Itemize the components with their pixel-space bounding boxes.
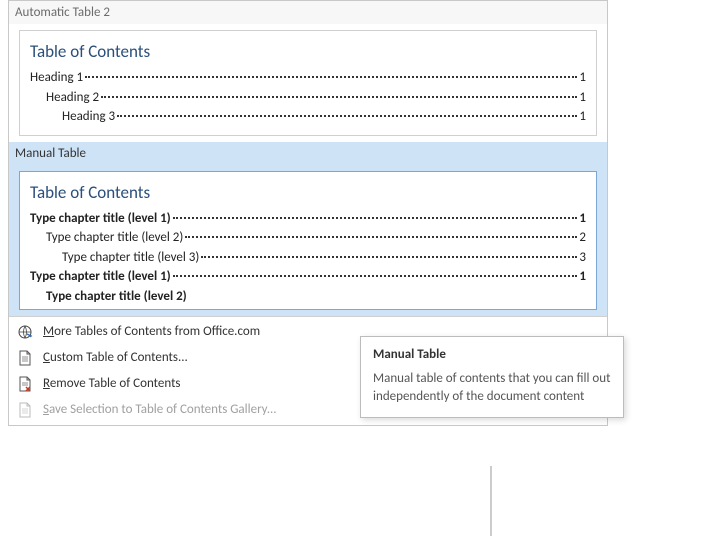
toc-row: Heading 2 1 xyxy=(30,88,586,108)
toc-row: Type chapter title (level 2) 2 xyxy=(30,228,586,248)
toc-leader-dots xyxy=(201,256,577,258)
gallery-section-header-manual: Manual Table xyxy=(9,142,607,165)
toc-label: Type chapter title (level 1) xyxy=(30,267,171,287)
tooltip-title: Manual Table xyxy=(373,347,611,362)
tooltip-manual-table: Manual Table Manual table of contents th… xyxy=(360,336,624,418)
menu-label: Save Selection to Table of Contents Gall… xyxy=(43,402,277,417)
toc-label: Type chapter title (level 2) xyxy=(46,228,183,248)
toc-page: 1 xyxy=(579,267,586,287)
toc-leader-dots xyxy=(185,236,577,238)
toc-row: Type chapter title (level 3) 3 xyxy=(30,248,586,268)
globe-icon xyxy=(15,322,35,342)
toc-leader-dots xyxy=(85,76,577,78)
toc-page: 1 xyxy=(579,107,586,127)
toc-label: Type chapter title (level 3) xyxy=(62,248,199,268)
toc-leader-dots xyxy=(101,96,577,98)
gallery-section-header-auto2: Automatic Table 2 xyxy=(9,1,607,24)
toc-title: Table of Contents xyxy=(30,41,586,62)
toc-row: Type chapter title (level 1) 1 xyxy=(30,209,586,229)
toc-row: Heading 1 1 xyxy=(30,68,586,88)
gallery-item-auto2[interactable]: Table of Contents Heading 1 1 Heading 2 … xyxy=(9,24,607,142)
toc-leader-dots xyxy=(117,115,577,117)
menu-label: More Tables of Contents from Office.com xyxy=(43,324,260,339)
toc-page: 1 xyxy=(579,209,586,229)
preview-auto2: Table of Contents Heading 1 1 Heading 2 … xyxy=(19,30,597,136)
document-remove-icon xyxy=(15,374,35,394)
preview-manual: Table of Contents Type chapter title (le… xyxy=(19,171,597,310)
menu-label: Custom Table of Contents... xyxy=(43,350,188,365)
toc-leader-dots xyxy=(173,217,578,219)
document-edge xyxy=(490,466,492,536)
gallery-item-manual[interactable]: Table of Contents Type chapter title (le… xyxy=(9,165,607,316)
toc-page: 2 xyxy=(579,228,586,248)
document-save-icon xyxy=(15,400,35,420)
toc-page: 3 xyxy=(579,248,586,268)
toc-row: Type chapter title (level 1) 1 xyxy=(30,267,586,287)
toc-page: 1 xyxy=(579,88,586,108)
toc-label: Heading 1 xyxy=(30,68,83,88)
toc-label: Heading 2 xyxy=(46,88,99,108)
toc-label: Heading 3 xyxy=(62,107,115,127)
tooltip-body: Manual table of contents that you can fi… xyxy=(373,370,611,405)
toc-page: 1 xyxy=(579,68,586,88)
menu-label: Remove Table of Contents xyxy=(43,376,181,391)
toc-row-cutoff: Type chapter title (level 2) xyxy=(30,289,586,303)
toc-label: Type chapter title (level 1) xyxy=(30,209,171,229)
toc-row: Heading 3 1 xyxy=(30,107,586,127)
toc-leader-dots xyxy=(173,275,578,277)
toc-title: Table of Contents xyxy=(30,182,586,203)
document-icon xyxy=(15,348,35,368)
